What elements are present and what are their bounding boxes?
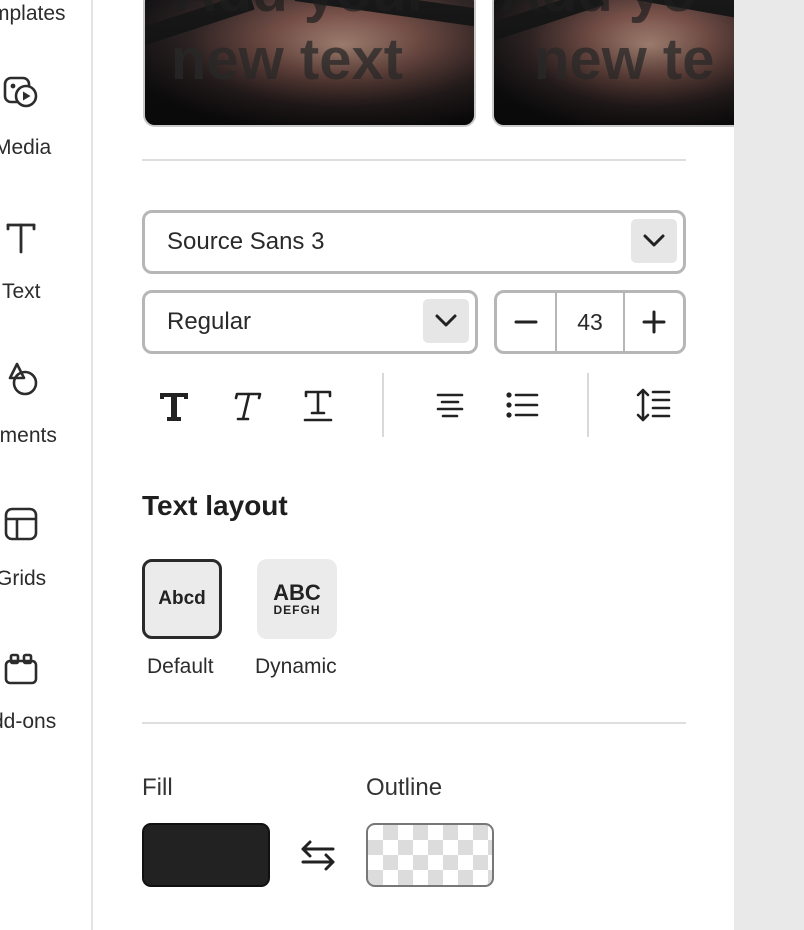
text-layout-heading: Text layout	[142, 490, 288, 521]
italic-button[interactable]	[221, 381, 269, 429]
font-family-select[interactable]: Source Sans 3	[142, 210, 686, 274]
layout-preview-default: Abcd	[158, 588, 206, 609]
font-weight-select[interactable]: Regular	[142, 290, 478, 354]
swap-colors-button[interactable]	[298, 835, 338, 875]
font-family-dropdown-button[interactable]	[631, 219, 677, 263]
canvas-gutter	[734, 0, 804, 930]
chevron-down-icon	[435, 314, 457, 327]
font-size-stepper[interactable]: 43	[494, 290, 686, 354]
layout-option-default[interactable]: Abcd	[142, 559, 222, 639]
line-spacing-button[interactable]	[630, 381, 678, 429]
chevron-down-icon	[643, 234, 665, 247]
text-preset-thumbnail-2[interactable]: Add yo new te	[492, 0, 734, 127]
media-icon	[3, 76, 38, 108]
italic-icon	[234, 392, 262, 421]
increase-size-button[interactable]	[625, 293, 683, 351]
left-rail: mplates Media Text ements Grids	[0, 0, 93, 930]
fill-color-swatch[interactable]	[142, 823, 270, 887]
bold-button[interactable]	[150, 381, 198, 429]
thumbnail-2-bottom-text: new te	[534, 27, 715, 92]
text-icon	[6, 223, 36, 254]
bullet-list-icon	[506, 392, 539, 418]
toolbar-separator	[382, 373, 384, 437]
swap-arrows-icon	[301, 840, 335, 871]
toolbar-separator	[587, 373, 589, 437]
text-preset-thumbnail-1[interactable]: Add your new text	[143, 0, 476, 127]
divider	[142, 159, 686, 161]
font-size-input[interactable]: 43	[555, 293, 625, 351]
layout-label-default: Default	[147, 655, 214, 678]
rail-item-grids[interactable]: Grids	[0, 503, 91, 623]
rail-item-media[interactable]: Media	[0, 70, 91, 190]
layout-preview-dynamic-top: ABC	[273, 579, 321, 605]
underline-icon	[303, 390, 333, 422]
decrease-size-button[interactable]	[497, 293, 555, 351]
layout-preview-dynamic-bottom: DEFGH	[273, 602, 321, 617]
fill-label: Fill	[142, 774, 173, 801]
elements-icon	[8, 362, 38, 396]
rail-item-text[interactable]: Text	[0, 214, 91, 334]
font-family-value: Source Sans 3	[167, 228, 325, 255]
line-spacing-icon	[636, 388, 671, 422]
thumbnail-1-bottom-text: new text	[171, 27, 404, 92]
layout-option-dynamic[interactable]: ABC DEFGH	[257, 559, 337, 639]
rail-label-grids: Grids	[0, 567, 47, 590]
rail-item-templates[interactable]: mplates	[0, 0, 91, 25]
outline-label: Outline	[366, 774, 443, 801]
font-weight-value: Regular	[167, 308, 252, 335]
rail-label-addons: dd-ons	[0, 710, 57, 733]
addons-icon	[4, 653, 38, 685]
rail-label-elements: ements	[0, 424, 57, 447]
thumbnail-1-top-text: Add your	[175, 0, 430, 25]
bullet-list-button[interactable]	[498, 381, 546, 429]
plus-icon	[642, 310, 666, 334]
thumbnail-2-top-text: Add yo	[500, 0, 697, 25]
font-weight-dropdown-button[interactable]	[423, 299, 469, 343]
text-properties-panel: Add your new text Add yo new te Source S…	[95, 0, 734, 930]
underline-button[interactable]	[294, 381, 342, 429]
divider	[142, 722, 686, 724]
rail-label-text: Text	[2, 280, 41, 303]
align-center-icon	[436, 393, 464, 418]
rail-item-elements[interactable]: ements	[0, 358, 91, 478]
bold-icon	[160, 393, 188, 421]
rail-item-addons[interactable]: dd-ons	[0, 648, 91, 768]
rail-label-media: Media	[0, 136, 52, 159]
outline-color-swatch[interactable]	[366, 823, 494, 887]
align-center-button[interactable]	[426, 381, 474, 429]
grids-icon	[4, 507, 38, 541]
rail-label-templates: mplates	[0, 2, 66, 25]
minus-icon	[514, 320, 538, 324]
layout-label-dynamic: Dynamic	[255, 655, 337, 678]
